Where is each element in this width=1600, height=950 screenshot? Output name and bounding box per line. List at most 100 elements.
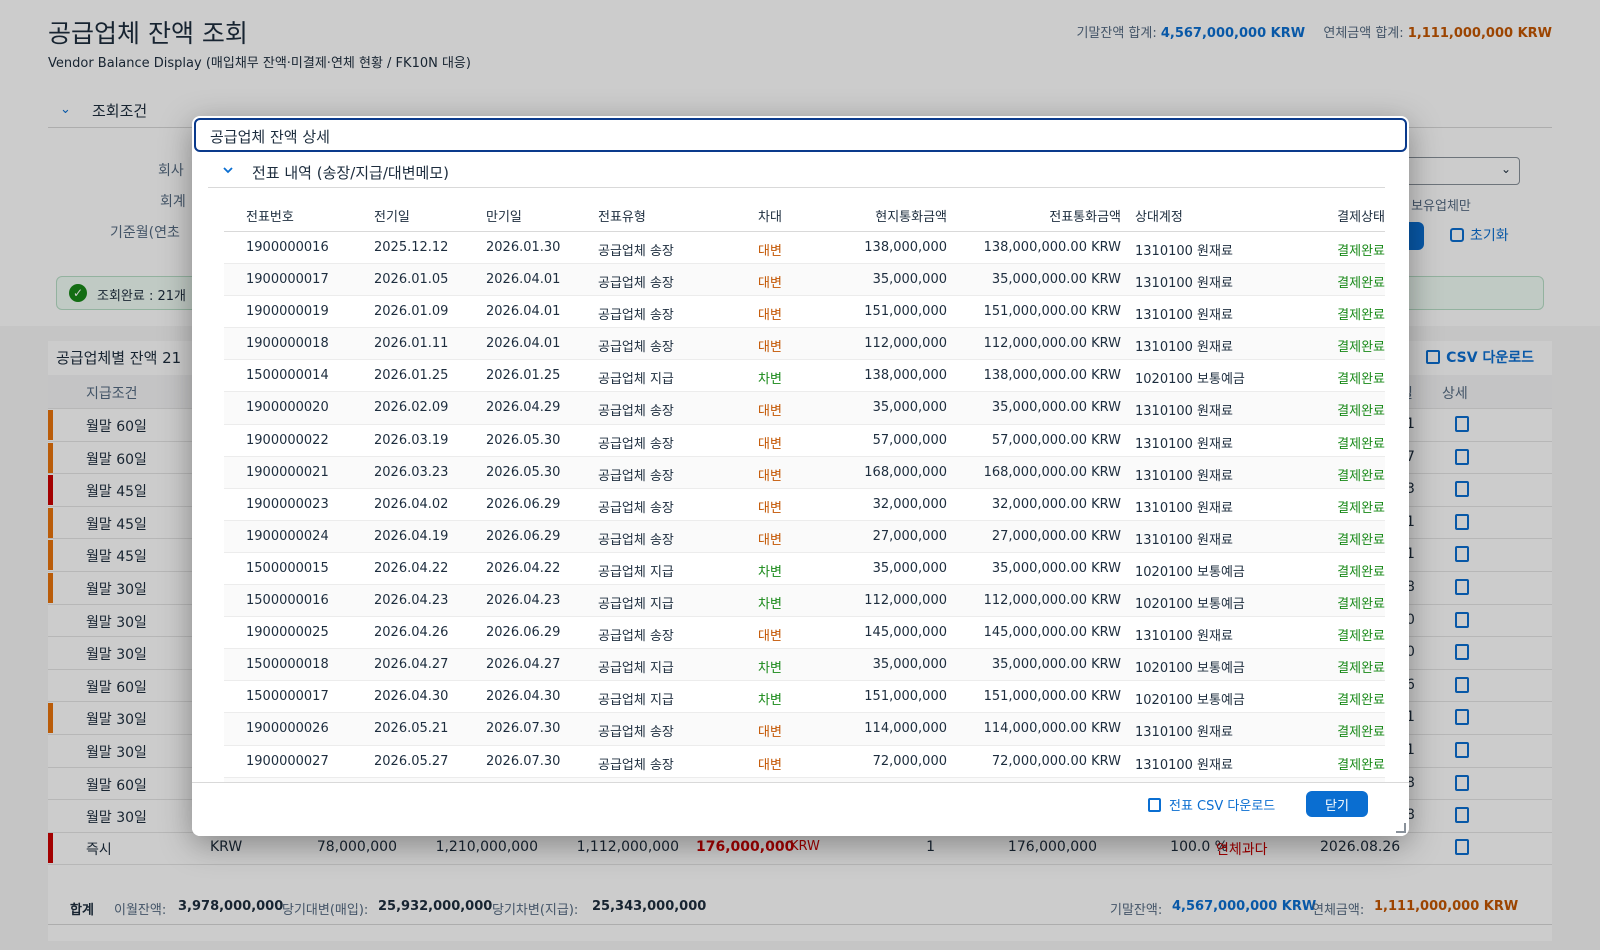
cell-clearing-status: 결제완료 [1337,629,1385,645]
cell-due-date: 2026.04.01 [486,272,561,288]
cell-doc-amount: 32,000,000.00 KRW [991,496,1121,512]
col-due-date[interactable]: 만기일 [486,206,522,225]
document-table-header: 전표번호 전기일 만기일 전표유형 차대 현지통화금액 전표통화금액 상대계정 … [224,196,1385,232]
table-row[interactable]: 1500000018 2026.04.27 2026.04.27 공급업체 지급 차변 3… [224,649,1385,682]
table-row[interactable]: 1500000014 2026.01.25 2026.01.25 공급업체 지급 차변 1… [224,360,1385,393]
cell-posting-date: 2026.01.25 [374,368,449,384]
cell-doc-type: 공급업체 송장 [598,404,674,420]
cell-due-date: 2026.04.29 [486,400,561,416]
chevron-down-icon [223,167,233,174]
cell-doc-no: 1900000017 [246,272,329,288]
col-doc-type[interactable]: 전표유형 [598,206,646,225]
table-row[interactable]: 1900000027 2026.05.27 2026.07.30 공급업체 송장 대변 7… [224,746,1385,778]
cell-doc-type: 공급업체 송장 [598,340,674,356]
cell-posting-date: 2026.01.11 [374,336,449,352]
table-row[interactable]: 1900000026 2026.05.21 2026.07.30 공급업체 송장 대변 1… [224,713,1385,746]
cell-doc-no: 1500000018 [246,657,329,673]
cell-debit-credit: 차변 [758,661,782,677]
col-clearing-status[interactable]: 결제상태 [1337,206,1385,225]
col-doc-amount[interactable]: 전표통화금액 [1049,206,1121,225]
cell-doc-type: 공급업체 지급 [598,564,674,580]
table-row[interactable]: 1900000025 2026.04.26 2026.06.29 공급업체 송장 대변 1… [224,617,1385,650]
cell-local-amount: 151,000,000 [864,304,947,320]
cell-offset-account: 1310100 원재료 [1135,500,1233,516]
document-rows: 1900000016 2025.12.12 2026.01.30 공급업체 송장 대변 1… [224,232,1385,782]
cell-offset-account: 1020100 보통예금 [1135,661,1245,677]
cell-clearing-status: 결제완료 [1337,244,1385,259]
table-row[interactable]: 1900000019 2026.01.09 2026.04.01 공급업체 송장 대변 1… [224,296,1385,329]
col-debit-credit[interactable]: 차대 [758,206,782,225]
cell-posting-date: 2026.04.22 [374,560,449,576]
cell-due-date: 2026.01.25 [486,368,561,384]
cell-offset-account: 1310100 원재료 [1135,629,1233,645]
cell-doc-amount: 151,000,000.00 KRW [983,689,1121,705]
table-row[interactable]: 1500000015 2026.04.22 2026.04.22 공급업체 지급 차변 3… [224,553,1385,586]
cell-debit-credit: 대변 [758,629,782,645]
cell-local-amount: 168,000,000 [864,464,947,480]
cell-posting-date: 2026.05.21 [374,721,449,737]
cell-debit-credit: 대변 [758,308,782,324]
doc-csv-download-button[interactable]: 전표 CSV 다운로드 [1148,795,1275,814]
cell-debit-credit: 대변 [758,468,782,484]
cell-doc-amount: 112,000,000.00 KRW [983,336,1121,352]
table-row[interactable]: 1900000017 2026.01.05 2026.04.01 공급업체 송장 대변 3… [224,264,1385,297]
cell-posting-date: 2026.02.09 [374,400,449,416]
cell-doc-type: 공급업체 송장 [598,532,674,548]
cell-doc-no: 1500000016 [246,593,329,609]
cell-clearing-status: 결제완료 [1337,757,1385,773]
table-row[interactable]: 1900000021 2026.03.23 2026.05.30 공급업체 송장 대변 1… [224,456,1385,489]
table-row[interactable]: 1900000016 2025.12.12 2026.01.30 공급업체 송장 대변 1… [224,232,1385,265]
cell-doc-amount: 138,000,000.00 KRW [983,240,1121,255]
cell-offset-account: 1020100 보통예금 [1135,372,1245,388]
col-posting-date[interactable]: 전기일 [374,206,410,225]
table-row[interactable]: 1900000020 2026.02.09 2026.04.29 공급업체 송장 대변 3… [224,392,1385,425]
cell-debit-credit: 대변 [758,500,782,516]
cell-doc-no: 1900000024 [246,528,329,544]
table-row[interactable]: 1500000017 2026.04.30 2026.04.30 공급업체 지급 차변 1… [224,681,1385,714]
cell-posting-date: 2026.04.19 [374,528,449,544]
cell-debit-credit: 대변 [758,725,782,741]
cell-offset-account: 1020100 보통예금 [1135,564,1245,580]
cell-doc-no: 1900000019 [246,304,329,320]
col-local-amount[interactable]: 현지통화금액 [875,206,947,225]
cell-clearing-status: 결제완료 [1337,276,1385,292]
cell-due-date: 2026.05.30 [486,432,561,448]
cell-clearing-status: 결제완료 [1337,404,1385,420]
cell-offset-account: 1310100 원재료 [1135,725,1233,741]
cell-due-date: 2026.04.27 [486,657,561,673]
cell-doc-type: 공급업체 지급 [598,597,674,613]
cell-due-date: 2026.06.29 [486,496,561,512]
cell-posting-date: 2026.04.27 [374,657,449,673]
cell-local-amount: 35,000,000 [872,657,947,673]
cell-posting-date: 2026.05.27 [374,753,449,769]
resize-handle-icon[interactable] [1396,823,1406,833]
col-offset-account[interactable]: 상대계정 [1135,206,1183,225]
cell-due-date: 2026.07.30 [486,753,561,769]
cell-local-amount: 138,000,000 [864,240,947,255]
cell-due-date: 2026.06.29 [486,528,561,544]
cell-local-amount: 151,000,000 [864,689,947,705]
vendor-balance-detail-dialog: 공급업체 잔액 상세 전표 내역 (송장/지급/대변메모) 전표번호 전기일 만… [192,116,1409,836]
document-section-header[interactable]: 전표 내역 (송장/지급/대변메모) [208,156,1385,188]
cell-doc-no: 1900000021 [246,464,329,480]
cell-posting-date: 2026.01.09 [374,304,449,320]
cell-doc-type: 공급업체 송장 [598,308,674,324]
table-row[interactable]: 1900000022 2026.03.19 2026.05.30 공급업체 송장 대변 5… [224,425,1385,457]
cell-doc-amount: 138,000,000.00 KRW [983,368,1121,384]
cell-clearing-status: 결제완료 [1337,308,1385,324]
close-button[interactable]: 닫기 [1306,791,1368,817]
table-row[interactable]: 1500000016 2026.04.23 2026.04.23 공급업체 지급 차변 1… [224,585,1385,618]
cell-doc-type: 공급업체 송장 [598,500,674,516]
cell-doc-no: 1900000022 [246,432,329,448]
cell-offset-account: 1020100 보통예금 [1135,597,1245,613]
cell-doc-no: 1900000018 [246,336,329,352]
cell-local-amount: 35,000,000 [872,272,947,288]
cell-doc-type: 공급업체 송장 [598,757,674,773]
cell-local-amount: 57,000,000 [872,432,947,448]
table-row[interactable]: 1900000018 2026.01.11 2026.04.01 공급업체 송장 대변 1… [224,328,1385,361]
col-doc-no[interactable]: 전표번호 [246,206,294,225]
table-row[interactable]: 1900000024 2026.04.19 2026.06.29 공급업체 송장 대변 2… [224,520,1385,553]
cell-posting-date: 2025.12.12 [374,240,449,255]
table-row[interactable]: 1900000023 2026.04.02 2026.06.29 공급업체 송장 대변 3… [224,489,1385,521]
cell-clearing-status: 결제완료 [1337,372,1385,388]
